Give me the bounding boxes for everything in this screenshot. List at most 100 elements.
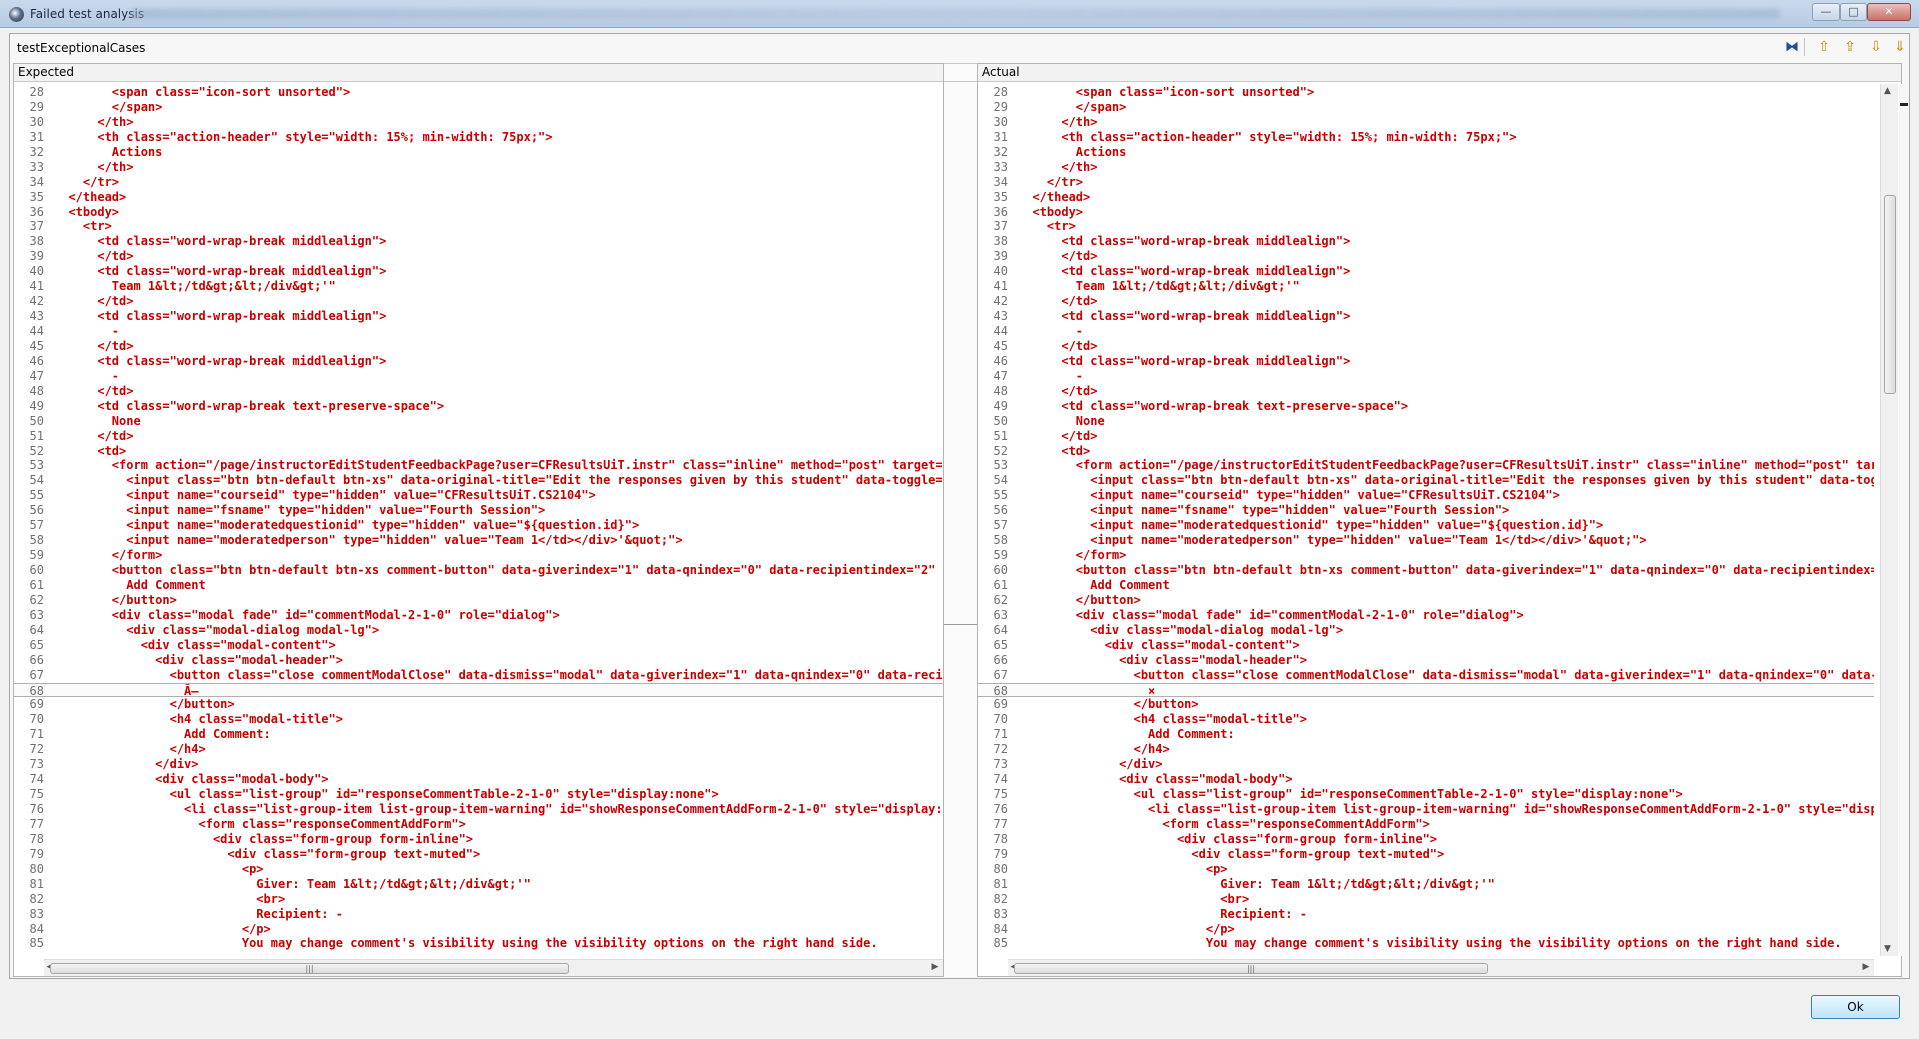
expected-code-line[interactable]: 82 <br> [14,892,943,907]
actual-code-line[interactable]: 63 <div class="modal fade" id="commentMo… [978,608,1874,623]
window-titlebar[interactable]: Failed test analysis — □ ✕ [0,0,1919,28]
expected-code-line[interactable]: 39 </td> [14,249,943,264]
expected-code-line[interactable]: 79 <div class="form-group text-muted"> [14,847,943,862]
expected-code-line[interactable]: 65 <div class="modal-content"> [14,638,943,653]
actual-code-line[interactable]: 36 <tbody> [978,205,1874,220]
actual-code-view[interactable]: 28 <span class="icon-sort unsorted"> 29 <… [978,85,1874,951]
actual-code-line[interactable]: 64 <div class="modal-dialog modal-lg"> [978,623,1874,638]
actual-code-line[interactable]: 54 <input class="btn btn-default btn-xs"… [978,473,1874,488]
expected-code-line[interactable]: 58 <input name="moderatedperson" type="h… [14,533,943,548]
expected-code-line[interactable]: 57 <input name="moderatedquestionid" typ… [14,518,943,533]
actual-code-line[interactable]: 68 × [978,682,1874,698]
actual-code-line[interactable]: 43 <td class="word-wrap-break middlealig… [978,309,1874,324]
expected-code-line[interactable]: 29 </span> [14,100,943,115]
expected-code-line[interactable]: 34 </tr> [14,175,943,190]
actual-code-line[interactable]: 67 <button class="close commentModalClos… [978,668,1874,683]
expected-code-line[interactable]: 62 </button> [14,593,943,608]
expected-code-line[interactable]: 53 <form action="/page/instructorEditStu… [14,458,943,473]
expected-code-line[interactable]: 84 </p> [14,922,943,937]
actual-code-line[interactable]: 84 </p> [978,922,1874,937]
ok-button[interactable]: Ok [1811,995,1900,1019]
actual-code-line[interactable]: 85 You may change comment's visibility u… [978,936,1874,951]
close-window-button[interactable]: ✕ [1867,3,1911,21]
actual-code-line[interactable]: 76 <li class="list-group-item list-group… [978,802,1874,817]
expected-code-line[interactable]: 48 </td> [14,384,943,399]
scroll-right-arrow-icon[interactable]: ▶ [1860,962,1872,972]
actual-code-line[interactable]: 45 </td> [978,339,1874,354]
actual-code-line[interactable]: 34 </tr> [978,175,1874,190]
previous-change-icon[interactable]: ⇩ [1866,37,1886,57]
actual-code-line[interactable]: 69 </button> [978,697,1874,712]
expected-code-line[interactable]: 74 <div class="modal-body"> [14,772,943,787]
actual-code-line[interactable]: 48 </td> [978,384,1874,399]
actual-code-line[interactable]: 74 <div class="modal-body"> [978,772,1874,787]
actual-code-line[interactable]: 80 <p> [978,862,1874,877]
expected-code-line[interactable]: 45 </td> [14,339,943,354]
expected-code-line[interactable]: 42 </td> [14,294,943,309]
expected-code-line[interactable]: 81 Giver: Team 1&lt;/td&gt;&lt;/div&gt;'… [14,877,943,892]
expected-code-line[interactable]: 47 - [14,369,943,384]
actual-code-line[interactable]: 65 <div class="modal-content"> [978,638,1874,653]
expected-code-line[interactable]: 68 Ã— [14,682,943,698]
actual-code-line[interactable]: 75 <ul class="list-group" id="responseCo… [978,787,1874,802]
actual-code-line[interactable]: 56 <input name="fsname" type="hidden" va… [978,503,1874,518]
actual-code-line[interactable]: 83 Recipient: - [978,907,1874,922]
expected-code-line[interactable]: 67 <button class="close commentModalClos… [14,668,943,683]
scroll-down-arrow-icon[interactable]: ▼ [1884,944,1891,954]
expected-code-line[interactable]: 35 </thead> [14,190,943,205]
actual-code-line[interactable]: 44 - [978,324,1874,339]
expected-code-line[interactable]: 71 Add Comment: [14,727,943,742]
expected-code-line[interactable]: 50 None [14,414,943,429]
copy-left-icon[interactable]: ⇧ [1814,37,1834,57]
actual-code-line[interactable]: 29 </span> [978,100,1874,115]
actual-code-line[interactable]: 28 <span class="icon-sort unsorted"> [978,85,1874,100]
actual-code-line[interactable]: 31 <th class="action-header" style="widt… [978,130,1874,145]
actual-code-line[interactable]: 60 <button class="btn btn-default btn-xs… [978,563,1874,578]
copy-right-icon[interactable]: ⇪ [1840,37,1860,57]
expected-code-line[interactable]: 41 Team 1&lt;/td&gt;&lt;/div&gt;'" [14,279,943,294]
actual-code-line[interactable]: 81 Giver: Team 1&lt;/td&gt;&lt;/div&gt;'… [978,877,1874,892]
actual-code-line[interactable]: 70 <h4 class="modal-title"> [978,712,1874,727]
actual-code-line[interactable]: 52 <td> [978,444,1874,459]
expected-code-line[interactable]: 77 <form class="responseCommentAddForm"> [14,817,943,832]
expected-code-line[interactable]: 28 <span class="icon-sort unsorted"> [14,85,943,100]
expected-code-line[interactable]: 31 <th class="action-header" style="widt… [14,130,943,145]
expected-code-line[interactable]: 70 <h4 class="modal-title"> [14,712,943,727]
vertical-scrollbar[interactable]: ▲ ▼ [1880,84,1898,956]
actual-code-line[interactable]: 72 </h4> [978,742,1874,757]
actual-code-line[interactable]: 30 </th> [978,115,1874,130]
expected-code-line[interactable]: 83 Recipient: - [14,907,943,922]
expected-code-line[interactable]: 49 <td class="word-wrap-break text-prese… [14,399,943,414]
actual-code-line[interactable]: 73 </div> [978,757,1874,772]
expected-code-line[interactable]: 55 <input name="courseid" type="hidden" … [14,488,943,503]
actual-code-line[interactable]: 58 <input name="moderatedperson" type="h… [978,533,1874,548]
expected-code-line[interactable]: 63 <div class="modal fade" id="commentMo… [14,608,943,623]
actual-code-line[interactable]: 79 <div class="form-group text-muted"> [978,847,1874,862]
actual-scroll-thumb[interactable]: ||| [1014,963,1488,974]
actual-code-line[interactable]: 37 <tr> [978,219,1874,234]
expected-code-line[interactable]: 61 Add Comment [14,578,943,593]
maximize-button[interactable]: □ [1840,3,1867,21]
actual-code-line[interactable]: 46 <td class="word-wrap-break middlealig… [978,354,1874,369]
actual-code-line[interactable]: 32 Actions [978,145,1874,160]
expected-code-line[interactable]: 59 </form> [14,548,943,563]
expected-code-line[interactable]: 43 <td class="word-wrap-break middlealig… [14,309,943,324]
expected-code-line[interactable]: 33 </th> [14,160,943,175]
difference-marker[interactable] [1900,103,1908,106]
actual-code-line[interactable]: 62 </button> [978,593,1874,608]
expected-code-line[interactable]: 78 <div class="form-group form-inline"> [14,832,943,847]
expected-code-line[interactable]: 37 <tr> [14,219,943,234]
expected-code-line[interactable]: 66 <div class="modal-header"> [14,653,943,668]
expected-code-line[interactable]: 46 <td class="word-wrap-break middlealig… [14,354,943,369]
actual-code-line[interactable]: 78 <div class="form-group form-inline"> [978,832,1874,847]
actual-code-line[interactable]: 42 </td> [978,294,1874,309]
actual-code-line[interactable]: 41 Team 1&lt;/td&gt;&lt;/div&gt;'" [978,279,1874,294]
expected-code-line[interactable]: 80 <p> [14,862,943,877]
expected-code-line[interactable]: 51 </td> [14,429,943,444]
actual-code-line[interactable]: 35 </thead> [978,190,1874,205]
actual-code-line[interactable]: 59 </form> [978,548,1874,563]
actual-code-line[interactable]: 77 <form class="responseCommentAddForm"> [978,817,1874,832]
expected-code-line[interactable]: 75 <ul class="list-group" id="responseCo… [14,787,943,802]
expected-code-line[interactable]: 30 </th> [14,115,943,130]
expected-code-line[interactable]: 52 <td> [14,444,943,459]
